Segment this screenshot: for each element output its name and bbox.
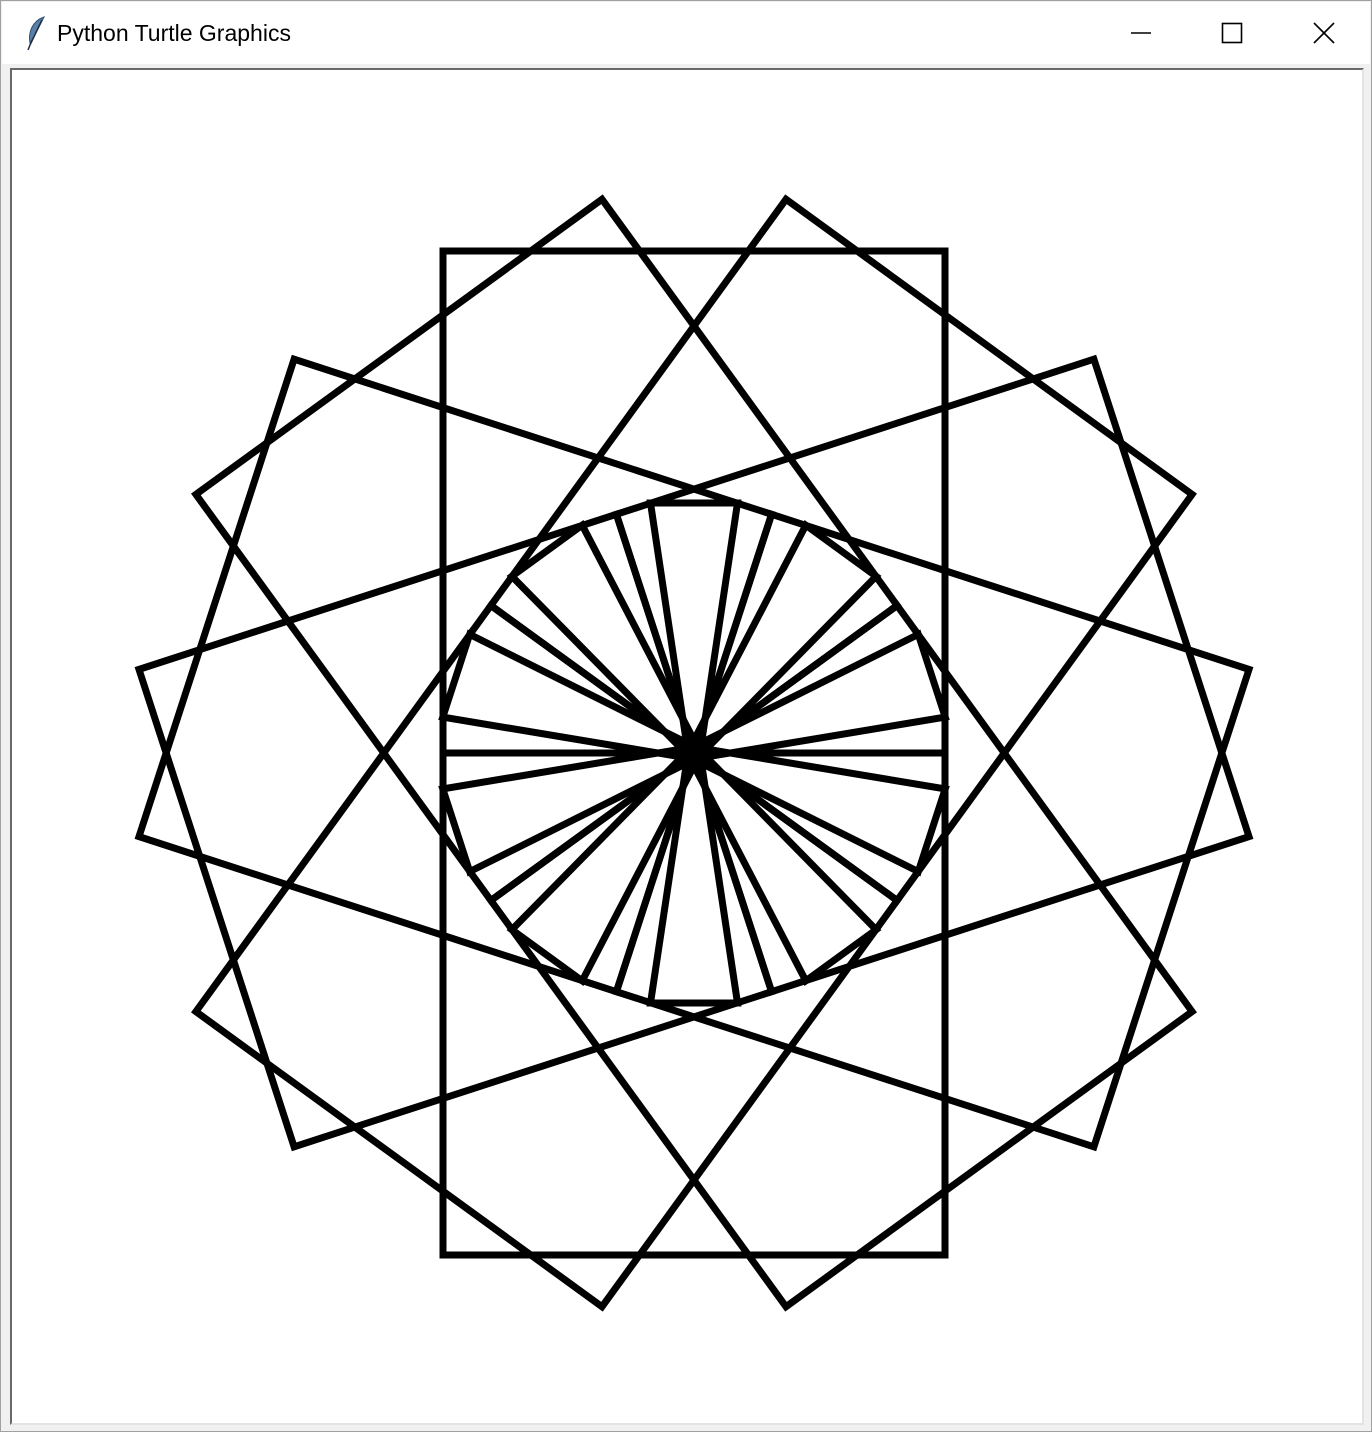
narrow-rectangle	[646, 749, 742, 1007]
window-title: Python Turtle Graphics	[57, 20, 291, 46]
minimize-button[interactable]	[1095, 3, 1187, 63]
turtle-window: Python Turtle Graphics	[0, 0, 1372, 1432]
turtle-canvas[interactable]	[10, 68, 1364, 1425]
close-button[interactable]	[1278, 3, 1370, 63]
turtle-drawing	[134, 194, 1254, 1312]
minimize-icon	[1131, 32, 1151, 34]
title-bar[interactable]: Python Turtle Graphics	[2, 2, 1370, 64]
feather-icon	[27, 16, 45, 51]
maximize-button[interactable]	[1186, 3, 1278, 63]
close-icon	[1313, 22, 1335, 44]
narrow-rectangle	[646, 499, 742, 757]
center-hub	[678, 737, 710, 769]
maximize-icon	[1221, 22, 1243, 44]
